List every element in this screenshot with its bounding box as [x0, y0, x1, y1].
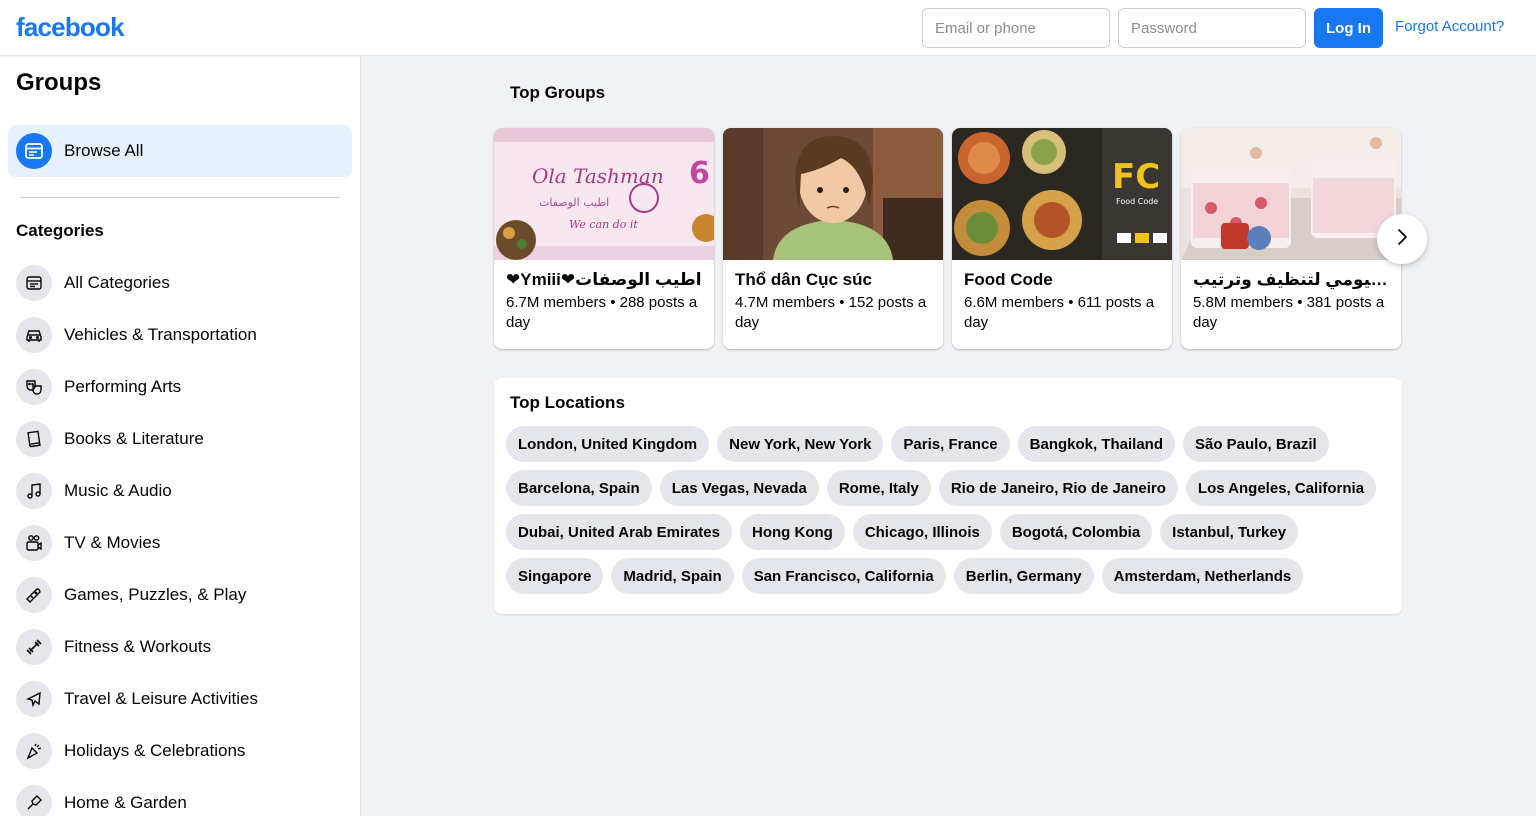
- category-item-tv-movies[interactable]: TV & Movies: [8, 517, 352, 569]
- category-item-holidays[interactable]: Holidays & Celebrations: [8, 725, 352, 777]
- location-chip[interactable]: Paris, France: [891, 426, 1010, 462]
- category-label: Home & Garden: [64, 793, 187, 812]
- masks-icon: [16, 369, 52, 405]
- top-groups-carousel: Ola Tashman اطيب الوصفات We can do it 6 …: [494, 128, 1402, 350]
- group-name: ❤Ymiii❤اطيب الوصفات: [506, 270, 702, 289]
- category-item-vehicles[interactable]: Vehicles & Transportation: [8, 309, 352, 361]
- category-item-home-garden[interactable]: Home & Garden: [8, 777, 352, 816]
- location-chip[interactable]: Las Vegas, Nevada: [659, 470, 819, 506]
- group-cover-image: FC Food Code: [952, 128, 1172, 260]
- dumbbell-icon: [16, 629, 52, 665]
- location-chip[interactable]: London, United Kingdom: [506, 426, 710, 462]
- category-label: Fitness & Workouts: [64, 637, 212, 656]
- book-icon: [16, 421, 52, 457]
- top-groups-heading: Top Groups: [510, 83, 606, 102]
- carousel-next-button[interactable]: [1377, 214, 1427, 264]
- location-chip[interactable]: Bogotá, Colombia: [999, 514, 1153, 550]
- location-chip[interactable]: Hong Kong: [740, 514, 845, 550]
- group-stats: 6.7M members • 288 posts a day: [506, 294, 698, 331]
- category-label: TV & Movies: [64, 533, 161, 552]
- video-camera-icon: [16, 525, 52, 561]
- svg-text:اطيب الوصفات: اطيب الوصفات: [539, 196, 609, 209]
- login-button[interactable]: Log In: [1314, 8, 1383, 48]
- group-stats: 4.7M members • 152 posts a day: [735, 294, 927, 331]
- category-label: Performing Arts: [64, 377, 182, 396]
- groups-sidebar: Groups Browse All Categories All Categor…: [0, 57, 361, 816]
- car-icon: [16, 317, 52, 353]
- category-label: Travel & Leisure Activities: [64, 689, 258, 708]
- group-cover-image: Ola Tashman اطيب الوصفات We can do it 6: [494, 128, 714, 260]
- category-item-travel[interactable]: Travel & Leisure Activities: [8, 673, 352, 725]
- location-chip-list: London, United Kingdom New York, New Yor…: [506, 426, 1390, 594]
- category-list: All Categories Vehicles & Transportation…: [8, 257, 352, 816]
- group-card[interactable]: الروتين اليومي لتنظيف وترتيب 5.8M member…: [1181, 128, 1401, 349]
- location-chip[interactable]: San Francisco, California: [741, 558, 946, 594]
- category-item-music[interactable]: Music & Audio: [8, 465, 352, 517]
- sidebar-divider: [20, 197, 340, 198]
- location-chip[interactable]: Los Angeles, California: [1185, 470, 1377, 506]
- sidebar-title: Groups: [16, 69, 102, 96]
- location-chip[interactable]: Bangkok, Thailand: [1017, 426, 1175, 462]
- list-icon: [16, 265, 52, 301]
- svg-text:FC: FC: [1112, 157, 1160, 197]
- group-cover-image: [1181, 128, 1401, 260]
- location-chip[interactable]: Rome, Italy: [826, 470, 931, 506]
- browse-all-label: Browse All: [64, 141, 144, 160]
- music-note-icon: [16, 473, 52, 509]
- category-item-games[interactable]: Games, Puzzles, & Play: [8, 569, 352, 621]
- group-card[interactable]: Thổ dân Cục súc 4.7M members • 152 posts…: [723, 128, 943, 349]
- location-chip[interactable]: Chicago, Illinois: [852, 514, 992, 550]
- party-icon: [16, 733, 52, 769]
- location-chip[interactable]: São Paulo, Brazil: [1183, 426, 1329, 462]
- top-locations-card: Top Locations London, United Kingdom New…: [494, 378, 1402, 614]
- svg-text:6: 6: [689, 156, 710, 191]
- facebook-logo[interactable]: facebook: [16, 12, 125, 43]
- category-label: All Categories: [64, 273, 170, 292]
- category-label: Music & Audio: [64, 481, 172, 500]
- airplane-icon: [16, 681, 52, 717]
- email-input[interactable]: [922, 8, 1110, 48]
- category-label: Holidays & Celebrations: [64, 741, 246, 760]
- categories-heading: Categories: [16, 221, 104, 240]
- category-item-all-categories[interactable]: All Categories: [8, 257, 352, 309]
- location-chip[interactable]: Singapore: [506, 558, 604, 594]
- top-navigation-bar: facebook Log In Forgot Account?: [0, 0, 1536, 56]
- category-item-fitness[interactable]: Fitness & Workouts: [8, 621, 352, 673]
- forgot-account-link[interactable]: Forgot Account?: [1395, 18, 1504, 35]
- category-label: Books & Literature: [64, 429, 204, 448]
- chevron-right-icon: [1392, 227, 1412, 252]
- group-stats: 6.6M members • 611 posts a day: [964, 294, 1155, 331]
- group-stats: 5.8M members • 381 posts a day: [1193, 294, 1385, 331]
- group-card[interactable]: FC Food Code Food Code 6.6M members • 61…: [952, 128, 1172, 349]
- category-item-books[interactable]: Books & Literature: [8, 413, 352, 465]
- location-chip[interactable]: Istanbul, Turkey: [1160, 514, 1299, 550]
- group-card[interactable]: Ola Tashman اطيب الوصفات We can do it 6 …: [494, 128, 714, 349]
- group-name: Thổ dân Cục súc: [735, 270, 872, 289]
- top-locations-heading: Top Locations: [510, 393, 625, 412]
- category-label: Vehicles & Transportation: [64, 325, 257, 344]
- category-item-performing-arts[interactable]: Performing Arts: [8, 361, 352, 413]
- group-cover-image: [723, 128, 943, 260]
- location-chip[interactable]: Madrid, Spain: [611, 558, 734, 594]
- location-chip[interactable]: Barcelona, Spain: [506, 470, 652, 506]
- password-input[interactable]: [1118, 8, 1306, 48]
- browse-all-item[interactable]: Browse All: [8, 125, 352, 177]
- svg-text:Food Code: Food Code: [1116, 197, 1158, 206]
- location-chip[interactable]: Amsterdam, Netherlands: [1101, 558, 1304, 594]
- group-name: Food Code: [964, 270, 1053, 289]
- location-chip[interactable]: Rio de Janeiro, Rio de Janeiro: [938, 470, 1178, 506]
- game-controller-icon: [16, 577, 52, 613]
- location-chip[interactable]: New York, New York: [717, 426, 884, 462]
- location-chip[interactable]: Berlin, Germany: [953, 558, 1094, 594]
- location-chip[interactable]: Dubai, United Arab Emirates: [506, 514, 732, 550]
- category-label: Games, Puzzles, & Play: [64, 585, 247, 604]
- group-name: الروتين اليومي لتنظيف وترتيب: [1193, 270, 1389, 289]
- shovel-icon: [16, 785, 52, 816]
- browse-icon: [16, 133, 52, 169]
- svg-text:We can do it: We can do it: [569, 218, 638, 231]
